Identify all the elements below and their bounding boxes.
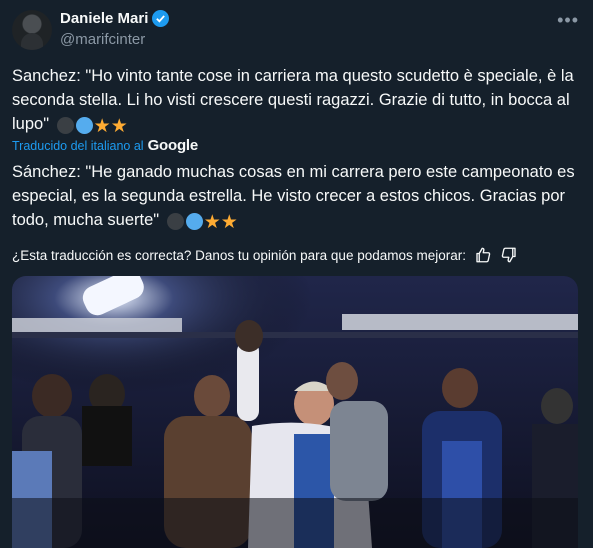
emoji-group: ★★ [56, 114, 128, 139]
thumbs-down-icon[interactable] [500, 246, 518, 264]
avatar[interactable] [12, 10, 52, 50]
tweet-translated-text: Sánchez: "He ganado muchas cosas en mi c… [12, 160, 584, 235]
author-name-row: Daniele Mari [60, 10, 170, 27]
verified-badge-icon [152, 10, 170, 27]
black-circle-icon [56, 117, 74, 134]
tweet-photo[interactable] [12, 276, 578, 548]
tweet-header: Daniele Mari @marifcinter ••• [12, 8, 581, 52]
translation-attribution: Traducido del italiano al Google [12, 137, 198, 154]
star-icon: ★ [220, 212, 238, 233]
author-handle[interactable]: @marifcinter [60, 31, 145, 48]
tweet-original-text: Sanchez: "Ho vinto tante cose in carrier… [12, 64, 584, 139]
translated-by-label: Traducido del italiano al [12, 138, 144, 153]
author-name[interactable]: Daniele Mari [60, 10, 148, 27]
blue-circle-icon [75, 117, 93, 134]
feedback-question: ¿Esta traducción es correcta? Danos tu o… [12, 247, 466, 263]
black-circle-icon [166, 213, 184, 230]
thumbs-up-icon[interactable] [474, 246, 492, 264]
star-icon: ★ [110, 116, 128, 137]
blue-circle-icon [185, 213, 203, 230]
translated-text: Sánchez: "He ganado muchas cosas en mi c… [12, 163, 575, 229]
google-logo: Google [147, 137, 199, 154]
more-icon[interactable]: ••• [557, 10, 579, 31]
emoji-group: ★★ [166, 210, 238, 235]
star-icon: ★ [203, 212, 221, 233]
photo-image [12, 276, 578, 548]
translation-feedback: ¿Esta traducción es correcta? Danos tu o… [12, 246, 518, 264]
star-icon: ★ [93, 116, 111, 137]
